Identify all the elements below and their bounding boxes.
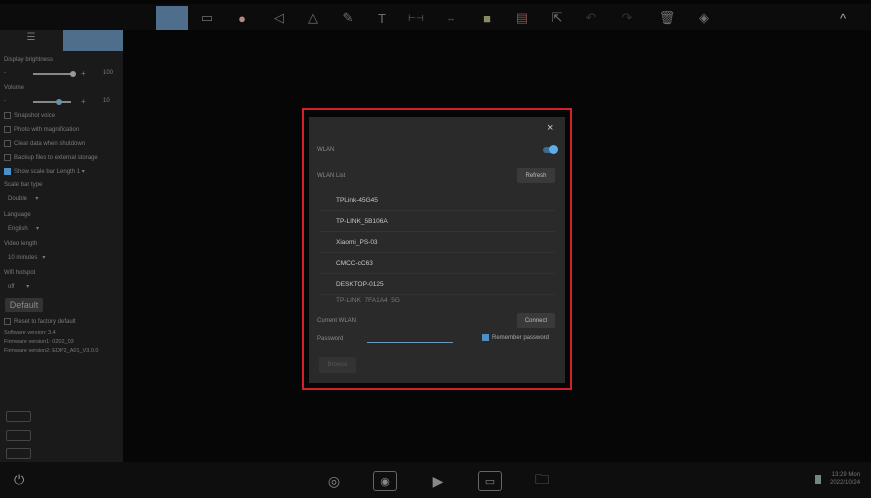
video-icon[interactable]: ▶ xyxy=(426,471,450,491)
wlan-list-item[interactable]: CMCC-cC63 xyxy=(319,253,555,274)
scale-bar-type-label: Scale bar type xyxy=(4,182,43,188)
battery-icon xyxy=(815,475,821,484)
volume-slider[interactable] xyxy=(33,101,71,103)
bottom-bar: ⏻ ◎ ◉ ▶ ▭ 🗀 13:29 Mon 2022/10/24 xyxy=(0,462,871,498)
active-tab[interactable] xyxy=(63,30,123,51)
refresh-button[interactable]: Refresh xyxy=(517,168,555,183)
panel-button-1[interactable] xyxy=(6,411,31,422)
wlan-toggle[interactable] xyxy=(543,145,558,154)
current-wlan-label: Current WLAN xyxy=(317,318,357,324)
redo-icon[interactable]: ↷ xyxy=(616,8,638,28)
text-icon[interactable]: T xyxy=(371,8,393,28)
checkbox-backup[interactable]: Backup files to external storage xyxy=(4,154,98,161)
firmware-version-1: Firmware version1: 0202_03 xyxy=(4,339,74,345)
password-input[interactable] xyxy=(367,333,453,343)
wlan-dialog: × WLAN WLAN List Refresh TPLink-45G45 TP… xyxy=(309,117,565,383)
angle-icon[interactable]: ◁ xyxy=(268,8,290,28)
brightness-slider[interactable] xyxy=(33,73,71,75)
record-icon[interactable]: ▭ xyxy=(478,471,502,491)
color-bars-icon[interactable]: ▤ xyxy=(511,8,533,28)
wlan-list-item[interactable]: Xiaomi_PS-03 xyxy=(319,232,555,253)
trash-icon[interactable]: 🗑 xyxy=(656,8,678,28)
wlan-list-item[interactable]: TP-LINK_7FA1A4_5G xyxy=(319,295,555,303)
triangle-icon[interactable]: △ xyxy=(302,8,324,28)
volume-knob[interactable] xyxy=(56,99,62,105)
checkbox-photo-magnification[interactable]: Photo with magnification xyxy=(4,126,79,133)
collapse-icon[interactable]: ^ xyxy=(832,8,854,28)
scale-bar-type-select[interactable]: Double ▾ xyxy=(8,195,38,202)
software-version: Software version: 3.4 xyxy=(4,330,56,336)
checkbox-clear-data[interactable]: Clear data when shutdown xyxy=(4,140,85,147)
wlan-list-label: WLAN List xyxy=(317,173,346,179)
status-time: 13:29 Mon xyxy=(831,472,861,478)
color-picker-icon[interactable]: ■ xyxy=(476,8,498,28)
firmware-version-2: Firmware version2: EDP2_A01_V3.0.0 xyxy=(4,348,99,354)
connect-button[interactable]: Connect xyxy=(517,313,555,328)
browse-button[interactable]: Browse xyxy=(319,357,356,373)
wlan-list-item[interactable]: TP-LINK_5B106A xyxy=(319,211,555,232)
brightness-label: Display brightness xyxy=(4,57,54,63)
brightness-knob[interactable] xyxy=(70,71,76,77)
color-wheel-icon[interactable]: ● xyxy=(231,8,253,28)
undo-icon[interactable]: ↶ xyxy=(580,8,602,28)
scale-ruler-icon[interactable]: ⊢⊣ xyxy=(405,8,427,28)
panel-button-3[interactable] xyxy=(6,448,31,459)
hotspot-select[interactable]: off ▾ xyxy=(8,283,29,290)
minus-icon: - xyxy=(4,70,6,76)
default-button[interactable]: Default xyxy=(5,298,43,312)
wlan-list-item[interactable]: TPLink-45G45 xyxy=(319,190,555,211)
settings-panel: ☰ Display brightness - + 100 Volume - + … xyxy=(0,30,123,462)
settings-tab-icon[interactable]: ☰ xyxy=(20,32,42,48)
frame-icon[interactable]: ▭ xyxy=(196,8,218,28)
pointer-icon[interactable]: ⇱ xyxy=(546,8,568,28)
language-label: Language xyxy=(4,212,31,218)
language-select[interactable]: English ▾ xyxy=(8,225,39,232)
video-length-label: Video length xyxy=(4,241,38,247)
folder-icon[interactable]: 🗀 xyxy=(530,471,554,491)
select-area-tool[interactable] xyxy=(156,6,188,30)
snapshot-icon[interactable]: ◉ xyxy=(373,471,397,491)
pencil-icon[interactable]: ✎ xyxy=(337,8,359,28)
power-icon[interactable]: ⏻ xyxy=(14,472,24,488)
checkbox-reset-factory[interactable]: Reset to factory default xyxy=(4,318,76,325)
password-label: Password xyxy=(317,336,344,342)
volume-value: 10 xyxy=(103,98,110,104)
eraser-icon[interactable]: ◈ xyxy=(693,8,715,28)
wlan-list-item[interactable]: DESKTOP-0125 xyxy=(319,274,555,295)
camera-icon[interactable]: ◎ xyxy=(322,471,346,491)
panel-button-2[interactable] xyxy=(6,430,31,441)
minus-icon: - xyxy=(4,98,6,104)
brightness-value: 100 xyxy=(103,70,114,76)
checkbox-scale-bar[interactable]: Show scale bar Length 1 ▾ xyxy=(4,168,85,175)
close-icon[interactable]: × xyxy=(547,122,553,134)
checkbox-snapshot-voice[interactable]: Snapshot voice xyxy=(4,112,55,119)
wlan-label: WLAN xyxy=(317,147,335,153)
status-date: 2022/10/24 xyxy=(830,480,861,486)
plus-icon[interactable]: + xyxy=(81,69,86,78)
scale-length-value: 1 xyxy=(76,169,81,176)
plus-icon[interactable]: + xyxy=(81,97,86,106)
volume-label: Volume xyxy=(4,85,25,91)
measure-line-icon[interactable]: ↔ xyxy=(440,8,462,28)
top-toolbar: ▭ ● ◁ △ ✎ T ⊢⊣ ↔ ■ ▤ ⇱ ↶ ↷ 🗑 ◈ ^ xyxy=(0,4,871,30)
remember-password-checkbox[interactable]: Remember password xyxy=(482,334,549,341)
video-length-select[interactable]: 10 minutes ▾ xyxy=(8,254,45,261)
hotspot-label: Wifi hotspot xyxy=(4,270,36,276)
